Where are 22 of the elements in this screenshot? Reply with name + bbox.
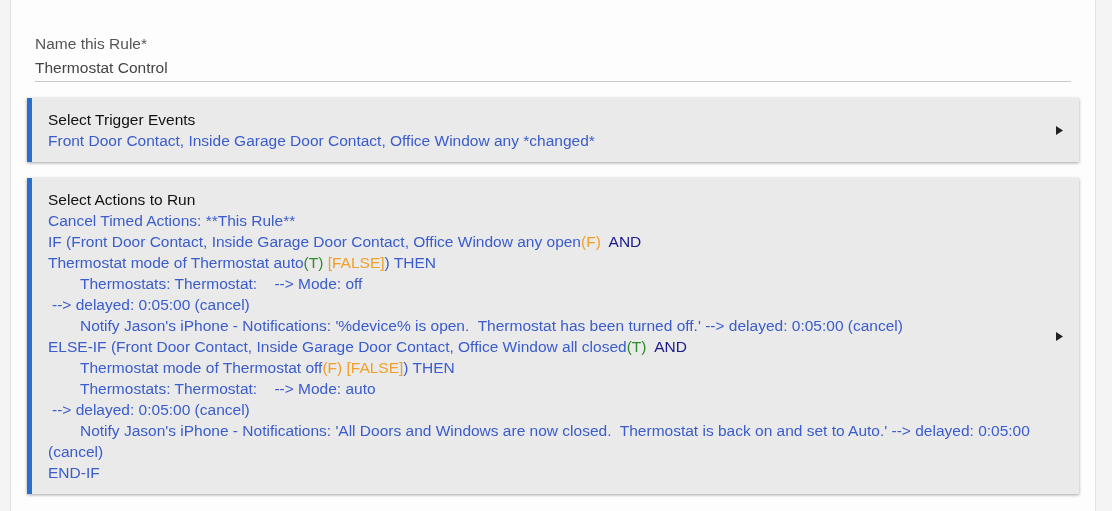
rule-line: Thermostats: Thermostat: --> Mode: auto (79, 379, 377, 399)
rule-line: Cancel Timed Actions: **This Rule** (48, 211, 297, 231)
rule-line: END-IF (48, 463, 101, 483)
section-panel[interactable]: Select Trigger Events Front Door Contact, Inside Garage Door Contact, Office Window any *changed* (27, 98, 1079, 162)
section-title: Select Trigger Events (48, 110, 197, 130)
field-label: Name this Rule* (35, 35, 148, 53)
section-title: Select Actions to Run (48, 190, 197, 210)
section-panel[interactable] (27, 178, 1079, 494)
rule-line: Notify Jason's iPhone - Notifications: '%device% is open. Thermostat has been turned off.' --> delayed: 0:05:00 (cancel) (79, 316, 904, 336)
caret-icon (1056, 331, 1063, 341)
rule-line: ELSE-IF (Front Door Contact, Inside Garage Door Contact, Office Window all closed(T) AND (48, 337, 688, 357)
rule-line: Front Door Contact, Inside Garage Door Contact, Office Window any *changed* (48, 131, 596, 151)
rule-line: IF (Front Door Contact, Inside Garage Door Contact, Office Window any open(F) AND (48, 232, 643, 252)
rule-line: Thermostat mode of Thermostat auto(T) [FALSE]) THEN (48, 253, 437, 273)
rule-line: Notify Jason's iPhone - Notifications: 'All Doors and Windows are now closed. Thermostat is back on and set to Auto.' --> delayed: 0:05:00 (cancel) (48, 421, 1031, 462)
rule-line: --> delayed: 0:05:00 (cancel) (51, 400, 251, 420)
rule-name-field[interactable]: Name this Rule* Thermostat Control (35, 35, 1071, 82)
caret-icon (1056, 125, 1063, 135)
rule-line: --> delayed: 0:05:00 (cancel) (51, 295, 251, 315)
rule-line: Thermostats: Thermostat: --> Mode: off (79, 274, 364, 294)
rule-line: Thermostat mode of Thermostat off(F) [FALSE]) THEN (79, 358, 456, 378)
field-input[interactable]: Thermostat Control (35, 59, 1071, 77)
